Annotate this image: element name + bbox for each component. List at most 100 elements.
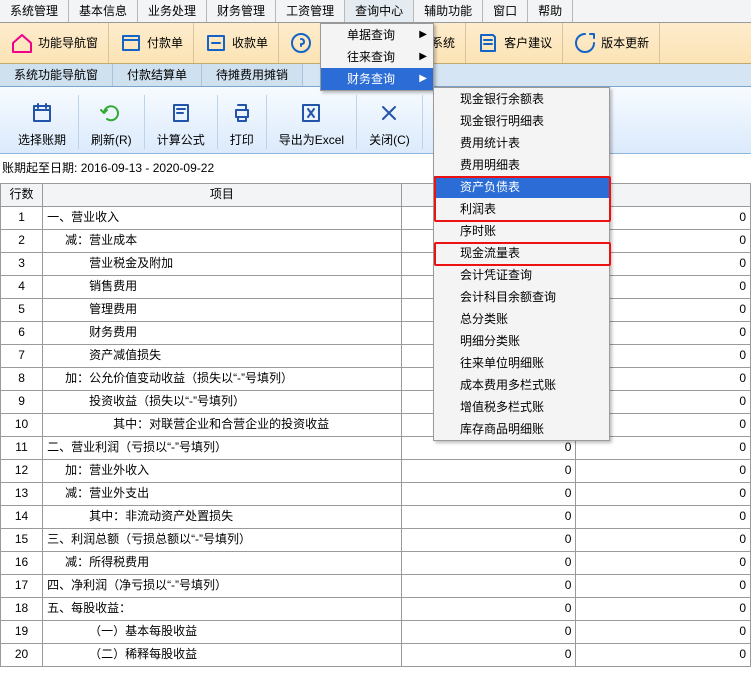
menu-0[interactable]: 系统管理 <box>0 0 69 22</box>
date-range-line: 账期起至日期: 2016-09-13 - 2020-09-22 <box>0 154 751 183</box>
toolbar-btn-home-icon[interactable]: 功能导航窗 <box>0 23 109 63</box>
table-row[interactable]: 1一、营业收入0 <box>1 206 751 229</box>
submenu-item-8[interactable]: 会计凭证查询 <box>434 264 609 286</box>
table-row[interactable]: 2减：营业成本0 <box>1 229 751 252</box>
toolbar-btn-note-icon[interactable]: 客户建议 <box>466 23 563 63</box>
row-number: 18 <box>1 597 43 620</box>
row-v2: 0 <box>576 551 751 574</box>
row-item: 加：公允价值变动收益（损失以“-”号填列） <box>43 367 402 390</box>
table-row[interactable]: 19（一）基本每股收益00 <box>1 620 751 643</box>
submenu-item-6[interactable]: 序时账 <box>434 220 609 242</box>
row-number: 19 <box>1 620 43 643</box>
action-close-icon[interactable]: 关闭(C) <box>357 95 423 149</box>
table-row[interactable]: 14其中：非流动资产处置损失00 <box>1 505 751 528</box>
submenu-item-12[interactable]: 往来单位明细账 <box>434 352 609 374</box>
action-label: 导出为Excel <box>279 132 344 149</box>
action-calendar-icon[interactable]: 选择账期 <box>6 95 79 149</box>
finance-query-submenu: 现金银行余额表现金银行明细表费用统计表费用明细表资产负债表利润表序时账现金流量表… <box>433 87 610 441</box>
tab-1[interactable]: 付款结算单 <box>113 64 202 86</box>
row-number: 2 <box>1 229 43 252</box>
menu-3[interactable]: 财务管理 <box>207 0 276 22</box>
submenu-item-14[interactable]: 增值税多栏式账 <box>434 396 609 418</box>
menu-1[interactable]: 基本信息 <box>69 0 138 22</box>
submenu-item-5[interactable]: 利润表 <box>434 198 609 220</box>
tab-0[interactable]: 系统功能导航窗 <box>0 64 113 86</box>
row-item: 一、营业收入 <box>43 206 402 229</box>
row-number: 3 <box>1 252 43 275</box>
table-row[interactable]: 13减：营业外支出00 <box>1 482 751 505</box>
table-row[interactable]: 6财务费用0 <box>1 321 751 344</box>
excel-icon <box>299 101 323 130</box>
submenu-item-7[interactable]: 现金流量表 <box>434 242 609 264</box>
row-item: 五、每股收益： <box>43 597 402 620</box>
row-item: 资产减值损失 <box>43 344 402 367</box>
table-row[interactable]: 8加：公允价值变动收益（损失以“-”号填列）0 <box>1 367 751 390</box>
dropdown-item-2[interactable]: 财务查询▶ <box>321 68 433 90</box>
calendar-icon <box>30 101 54 130</box>
table-row[interactable]: 12加：营业外收入00 <box>1 459 751 482</box>
action-refresh-icon[interactable]: 刷新(R) <box>79 95 145 149</box>
submenu-item-0[interactable]: 现金银行余额表 <box>434 88 609 110</box>
row-item: 销售费用 <box>43 275 402 298</box>
row-v2: 0 <box>576 620 751 643</box>
menu-2[interactable]: 业务处理 <box>138 0 207 22</box>
menu-7[interactable]: 窗口 <box>483 0 528 22</box>
table-row[interactable]: 7资产减值损失0 <box>1 344 751 367</box>
toolbar-btn-receive-icon[interactable]: 收款单 <box>194 23 279 63</box>
toolbar-btn-pay-icon[interactable]: 付款单 <box>109 23 194 63</box>
table-row[interactable]: 4销售费用0 <box>1 275 751 298</box>
table-row[interactable]: 10其中：对联营企业和合营企业的投资收益0 <box>1 413 751 436</box>
submenu-item-1[interactable]: 现金银行明细表 <box>434 110 609 132</box>
submenu-item-10[interactable]: 总分类账 <box>434 308 609 330</box>
row-number: 11 <box>1 436 43 459</box>
table-row[interactable]: 11二、营业利润（亏损以“-”号填列）00 <box>1 436 751 459</box>
table-row[interactable]: 5管理费用0 <box>1 298 751 321</box>
menu-8[interactable]: 帮助 <box>528 0 573 22</box>
submenu-item-3[interactable]: 费用明细表 <box>434 154 609 176</box>
table-row[interactable]: 20（二）稀释每股收益00 <box>1 643 751 666</box>
table-row[interactable]: 15三、利润总额（亏损总额以“-”号填列）00 <box>1 528 751 551</box>
table-row[interactable]: 18五、每股收益：00 <box>1 597 751 620</box>
row-number: 9 <box>1 390 43 413</box>
row-v1: 0 <box>401 551 576 574</box>
action-excel-icon[interactable]: 导出为Excel <box>267 95 357 149</box>
row-item: 四、净利润（净亏损以“-”号填列） <box>43 574 402 597</box>
tab-2[interactable]: 待摊费用摊销 <box>202 64 303 86</box>
menubar: 系统管理基本信息业务处理财务管理工资管理查询中心辅助功能窗口帮助 <box>0 0 751 23</box>
table-row[interactable]: 9投资收益（损失以“-”号填列）0 <box>1 390 751 413</box>
table-row[interactable]: 17四、净利润（净亏损以“-”号填列）00 <box>1 574 751 597</box>
submenu-item-2[interactable]: 费用统计表 <box>434 132 609 154</box>
query-center-dropdown: 单据查询▶ 往来查询 ▶ 财务查询▶ <box>320 23 434 91</box>
menu-6[interactable]: 辅助功能 <box>414 0 483 22</box>
submenu-item-9[interactable]: 会计科目余额查询 <box>434 286 609 308</box>
dropdown-item-1[interactable]: 往来查询 ▶ <box>321 46 433 68</box>
menu-4[interactable]: 工资管理 <box>276 0 345 22</box>
table-row[interactable]: 3营业税金及附加0 <box>1 252 751 275</box>
submenu-item-13[interactable]: 成本费用多栏式账 <box>434 374 609 396</box>
submenu-item-15[interactable]: 库存商品明细账 <box>434 418 609 440</box>
toolbar-btn-update-icon[interactable]: 版本更新 <box>563 23 660 63</box>
chevron-right-icon: ▶ <box>419 50 427 64</box>
row-number: 1 <box>1 206 43 229</box>
row-number: 4 <box>1 275 43 298</box>
table-row[interactable]: 16减：所得税费用00 <box>1 551 751 574</box>
menu-5[interactable]: 查询中心 <box>345 0 414 22</box>
submenu-item-4[interactable]: 资产负债表 <box>434 176 609 198</box>
close-icon <box>377 101 401 130</box>
toolbar-btn-help-icon[interactable] <box>279 23 324 63</box>
action-print-icon[interactable]: 打印 <box>218 95 267 149</box>
submenu-item-11[interactable]: 明细分类账 <box>434 330 609 352</box>
action-formula-icon[interactable]: 计算公式 <box>145 95 218 149</box>
row-number: 8 <box>1 367 43 390</box>
row-item: 财务费用 <box>43 321 402 344</box>
row-item: 二、营业利润（亏损以“-”号填列） <box>43 436 402 459</box>
col-header-1[interactable]: 项目 <box>43 183 402 206</box>
row-number: 13 <box>1 482 43 505</box>
col-header-0[interactable]: 行数 <box>1 183 43 206</box>
row-number: 6 <box>1 321 43 344</box>
row-number: 14 <box>1 505 43 528</box>
row-item: 三、利润总额（亏损总额以“-”号填列） <box>43 528 402 551</box>
dropdown-label: 往来查询 <box>347 49 395 66</box>
dropdown-item-0[interactable]: 单据查询▶ <box>321 24 433 46</box>
dropdown-label: 财务查询 <box>347 71 395 88</box>
